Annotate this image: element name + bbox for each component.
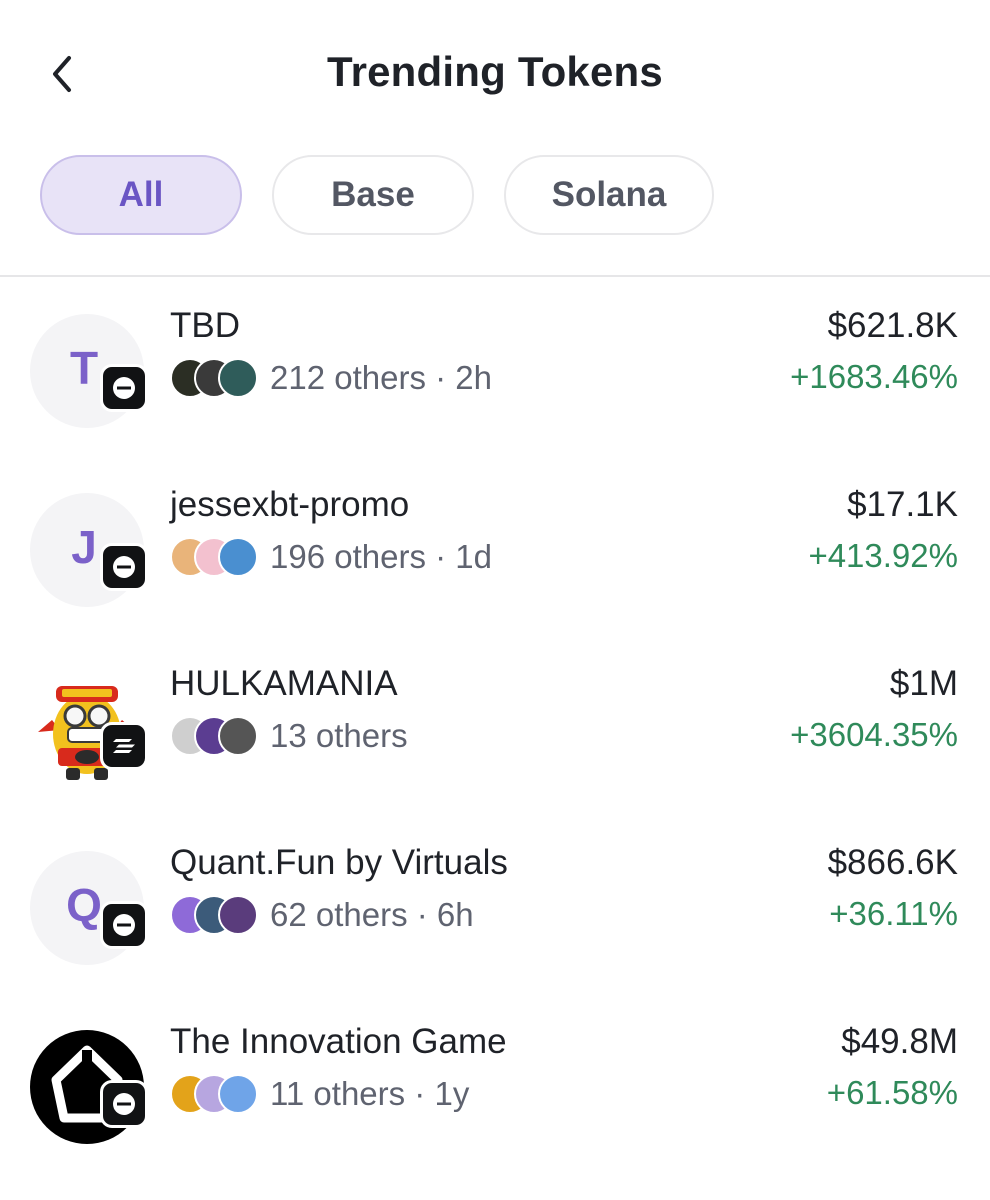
token-change: +61.58% [826,1074,958,1111]
token-change: +1683.46% [790,358,958,395]
filter-chip-base[interactable]: Base [272,155,474,235]
token-row[interactable]: J jessexbt-promo 196 others · 1d $17.1K … [0,463,990,641]
token-price: $49.8M [841,1022,958,1061]
token-row[interactable]: The Innovation Game 11 others · 1y $49.8… [0,1000,990,1178]
token-price: $1M [889,664,958,703]
token-name: jessexbt-promo [170,485,410,524]
base-icon [100,901,148,949]
base-icon [100,364,148,412]
holder-avatar [218,1074,258,1114]
token-meta-text: 212 others · 2h [270,359,492,396]
holder-avatars [170,895,262,935]
token-row[interactable]: T TBD 212 others · 2h $621.8K +1683.46% [0,284,990,462]
token-price: $866.6K [827,843,958,882]
token-name: The Innovation Game [170,1022,507,1061]
token-avatar-letter: Q [66,879,102,931]
token-change: +3604.35% [790,716,958,753]
token-name: TBD [170,306,240,345]
token-meta: 196 others · 1d [170,535,492,579]
filter-chip-solana[interactable]: Solana [504,155,714,235]
token-meta-text: 11 others · 1y [270,1075,470,1112]
token-change: +36.11% [829,895,958,932]
token-meta: 11 others · 1y [170,1072,469,1116]
base-icon [100,1080,148,1128]
holder-avatar [218,895,258,935]
holder-avatars [170,716,262,756]
token-avatar-letter: T [69,342,99,394]
filter-chip-all[interactable]: All [40,155,242,235]
token-price: $17.1K [847,485,958,524]
token-row[interactable]: Q Quant.Fun by Virtuals 62 others · 6h $… [0,821,990,999]
holder-avatars [170,358,262,398]
header: Trending Tokens [0,0,990,150]
token-avatar-letter: J [71,521,97,573]
token-name: Quant.Fun by Virtuals [170,843,508,882]
holder-avatars [170,537,262,577]
token-name: HULKAMANIA [170,664,398,703]
holder-avatar [218,716,258,756]
divider [0,275,990,277]
token-price: $621.8K [827,306,958,345]
page-title: Trending Tokens [327,48,663,95]
token-row[interactable]: HULKAMANIA 13 others $1M +3604.35% [0,642,990,820]
holder-avatar [218,358,258,398]
token-meta: 212 others · 2h [170,356,492,400]
token-meta-text: 13 others [270,717,408,754]
token-change: +413.92% [808,537,958,574]
token-meta-text: 196 others · 1d [270,538,492,575]
token-meta-text: 62 others · 6h [270,896,474,933]
holder-avatars [170,1074,262,1114]
solana-icon [100,722,148,770]
token-meta: 13 others [170,714,408,758]
token-meta: 62 others · 6h [170,893,474,937]
holder-avatar [218,537,258,577]
base-icon [100,543,148,591]
